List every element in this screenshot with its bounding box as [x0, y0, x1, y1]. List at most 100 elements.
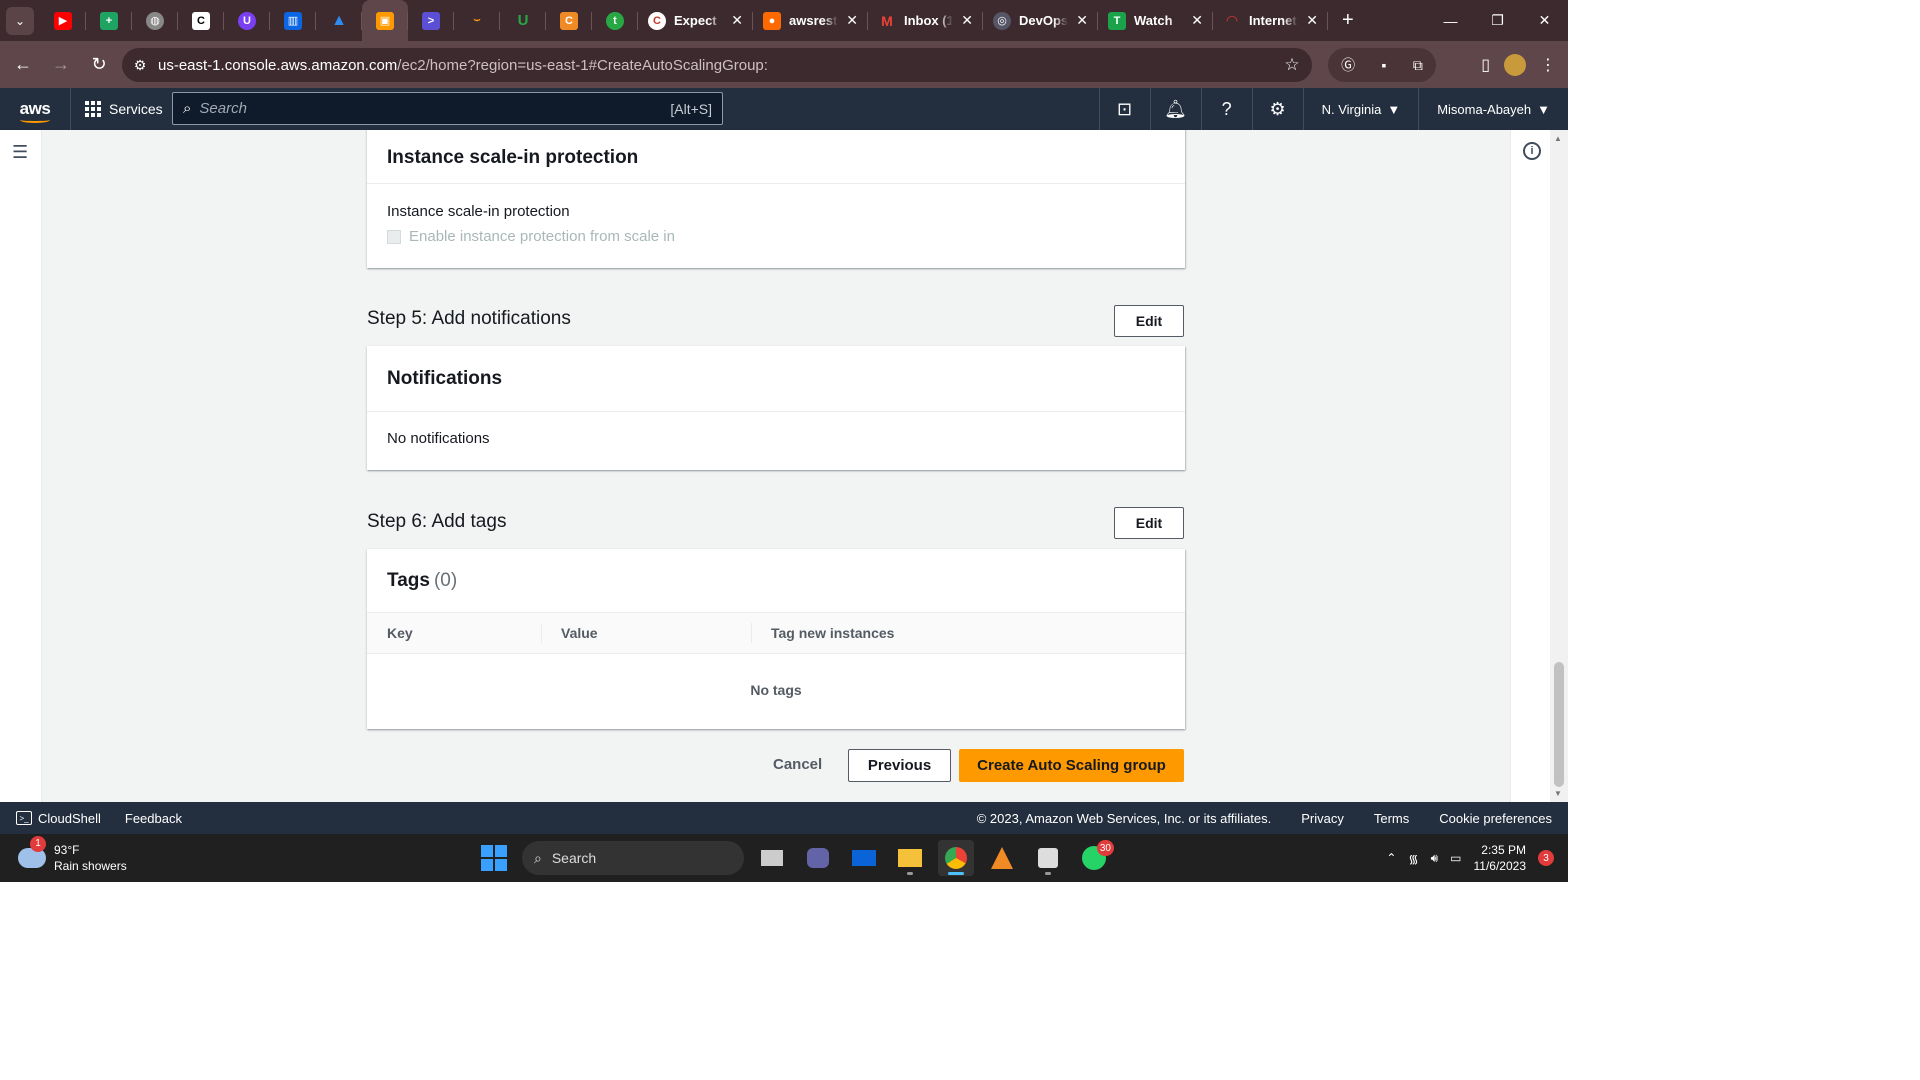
- taskbar-app-mail[interactable]: [846, 840, 882, 876]
- forward-icon[interactable]: →: [42, 54, 80, 75]
- no-notifications-text: No notifications: [387, 430, 490, 447]
- page-scrollbar[interactable]: ▲ ▼: [1550, 130, 1568, 802]
- taskbar-app-vlc[interactable]: [984, 840, 1020, 876]
- pinned-tab-amazon[interactable]: ⌣: [454, 0, 500, 41]
- awsrest-favicon-icon: ●: [763, 11, 781, 30]
- taskbar-app-teams[interactable]: [800, 840, 836, 876]
- close-tab-icon[interactable]: ✕: [1076, 12, 1088, 29]
- bell-icon[interactable]: 🔔︎: [1149, 88, 1201, 130]
- terms-link[interactable]: Terms: [1374, 811, 1409, 826]
- aws-search-input[interactable]: ⌕ Search [Alt+S]: [172, 92, 723, 125]
- taskbar-app-whatsapp[interactable]: 30: [1076, 840, 1114, 876]
- close-tab-icon[interactable]: ✕: [1191, 12, 1203, 29]
- privacy-link[interactable]: Privacy: [1301, 811, 1344, 826]
- scroll-up-icon[interactable]: ▲: [1554, 134, 1562, 143]
- close-window-icon[interactable]: ✕: [1521, 0, 1568, 41]
- pinned-tab-u[interactable]: U: [224, 0, 270, 41]
- volume-icon[interactable]: 🔊︎: [1431, 851, 1439, 866]
- tc-icon: C: [192, 11, 210, 30]
- help-icon[interactable]: ?: [1200, 88, 1252, 130]
- services-menu[interactable]: Services: [70, 88, 177, 130]
- cookie-preferences-link[interactable]: Cookie preferences: [1439, 811, 1552, 826]
- t-icon: t: [606, 11, 624, 30]
- tags-count: (0): [433, 569, 458, 591]
- info-icon[interactable]: i: [1523, 142, 1541, 160]
- address-bar[interactable]: ⚙ us-east-1.console.aws.amazon.com/ec2/h…: [122, 48, 1312, 82]
- region-label: N. Virginia: [1321, 101, 1382, 117]
- pinned-tab-sheets[interactable]: +: [86, 0, 132, 41]
- pinned-tab-trello[interactable]: ▥: [270, 0, 316, 41]
- feedback-link[interactable]: Feedback: [125, 811, 182, 826]
- extension-icon[interactable]: ▪: [1382, 57, 1387, 73]
- pinned-tab-tc[interactable]: C: [178, 0, 224, 41]
- teams-icon: [807, 848, 829, 868]
- pinned-tab-youtube[interactable]: ▶: [40, 0, 86, 41]
- start-button[interactable]: [476, 840, 512, 876]
- cloudshell-footer-button[interactable]: >_ CloudShell: [0, 811, 101, 826]
- taskbar-search[interactable]: ⌕ Search: [522, 841, 744, 875]
- tab-inbox[interactable]: M Inbox (1 ✕: [868, 0, 983, 41]
- battery-icon[interactable]: ▭: [1450, 851, 1461, 865]
- bookmark-star-icon[interactable]: ☆: [1272, 55, 1312, 75]
- back-icon[interactable]: ←: [4, 54, 42, 75]
- new-tab-button[interactable]: +: [1342, 9, 1354, 32]
- pinned-tab-terminal[interactable]: >: [408, 0, 454, 41]
- scale-in-checkbox[interactable]: [387, 230, 401, 245]
- create-auto-scaling-group-button[interactable]: Create Auto Scaling group: [959, 749, 1184, 782]
- side-panel-icon[interactable]: ▯: [1481, 55, 1490, 75]
- previous-button[interactable]: Previous: [848, 749, 951, 782]
- taskbar-app-chrome[interactable]: [938, 840, 974, 876]
- cancel-button[interactable]: Cancel: [773, 756, 822, 773]
- scale-in-checkbox-row[interactable]: Enable instance protection from scale in: [387, 228, 1165, 245]
- site-info-icon[interactable]: ⚙: [122, 57, 158, 74]
- scroll-thumb[interactable]: [1554, 662, 1564, 787]
- tab-title: Inbox (1: [904, 13, 954, 28]
- url-text[interactable]: us-east-1.console.aws.amazon.com/ec2/hom…: [158, 57, 1272, 74]
- aws-logo[interactable]: aws: [0, 99, 70, 123]
- snipping-tool-icon: [1038, 848, 1058, 868]
- tab-expect[interactable]: C Expect ✕: [638, 0, 753, 41]
- taskbar-app-explorer-window[interactable]: [754, 840, 790, 876]
- tab-devops[interactable]: ◎ DevOps ✕: [983, 0, 1098, 41]
- close-tab-icon[interactable]: ✕: [1306, 12, 1318, 29]
- region-selector[interactable]: N. Virginia ▼: [1302, 88, 1419, 130]
- pinned-tab-globe[interactable]: ◍: [132, 0, 178, 41]
- account-menu[interactable]: Misoma-Abayeh ▼: [1418, 88, 1568, 130]
- puzzle-icon[interactable]: ⧉: [1413, 57, 1423, 74]
- clock[interactable]: 2:35 PM 11/6/2023: [1474, 842, 1527, 874]
- wifi-icon[interactable]: ᯾: [1408, 850, 1418, 867]
- hamburger-menu-icon[interactable]: ☰: [12, 142, 28, 163]
- tab-search-button[interactable]: ⌄: [6, 6, 34, 35]
- minimize-icon[interactable]: —: [1427, 0, 1474, 41]
- taskbar-app-snipping[interactable]: [1030, 840, 1066, 876]
- step6-edit-button[interactable]: Edit: [1114, 507, 1184, 539]
- close-tab-icon[interactable]: ✕: [961, 12, 973, 29]
- pinned-tab-u2[interactable]: U: [500, 0, 546, 41]
- taskbar-app-file-explorer[interactable]: [892, 840, 928, 876]
- scroll-down-icon[interactable]: ▼: [1554, 789, 1562, 798]
- tab-title: Internet: [1249, 13, 1297, 28]
- profile-avatar[interactable]: [1504, 53, 1526, 76]
- expect-favicon-icon: C: [648, 11, 666, 30]
- menu-kebab-icon[interactable]: ⋮: [1540, 55, 1556, 75]
- trello-icon: ▥: [284, 11, 302, 30]
- pinned-tab-active[interactable]: ▣: [362, 0, 408, 41]
- step5-edit-button[interactable]: Edit: [1114, 305, 1184, 337]
- pinned-tab-azure[interactable]: ▲: [316, 0, 362, 41]
- tab-watch[interactable]: T Watch ✕: [1098, 0, 1213, 41]
- settings-gear-icon[interactable]: ⚙: [1251, 88, 1303, 130]
- pinned-tab-t[interactable]: t: [592, 0, 638, 41]
- notification-badge[interactable]: 3: [1538, 850, 1554, 866]
- tab-awsrest[interactable]: ● awsrest ✕: [753, 0, 868, 41]
- close-tab-icon[interactable]: ✕: [846, 12, 858, 29]
- tab-internet[interactable]: ◠ Internet ✕: [1213, 0, 1328, 41]
- grammarly-icon[interactable]: Ⓖ: [1341, 55, 1355, 75]
- reload-icon[interactable]: ↻: [80, 54, 118, 75]
- weather-widget[interactable]: 1 93°F Rain showers: [0, 836, 127, 874]
- chevron-up-icon[interactable]: ⌃: [1386, 851, 1396, 865]
- pinned-tab-c[interactable]: C: [546, 0, 592, 41]
- close-tab-icon[interactable]: ✕: [731, 12, 743, 29]
- main-content: Instance scale-in protection Instance sc…: [42, 130, 1510, 802]
- cloudshell-icon[interactable]: ⊡: [1098, 88, 1150, 130]
- restore-icon[interactable]: ❐: [1474, 0, 1521, 41]
